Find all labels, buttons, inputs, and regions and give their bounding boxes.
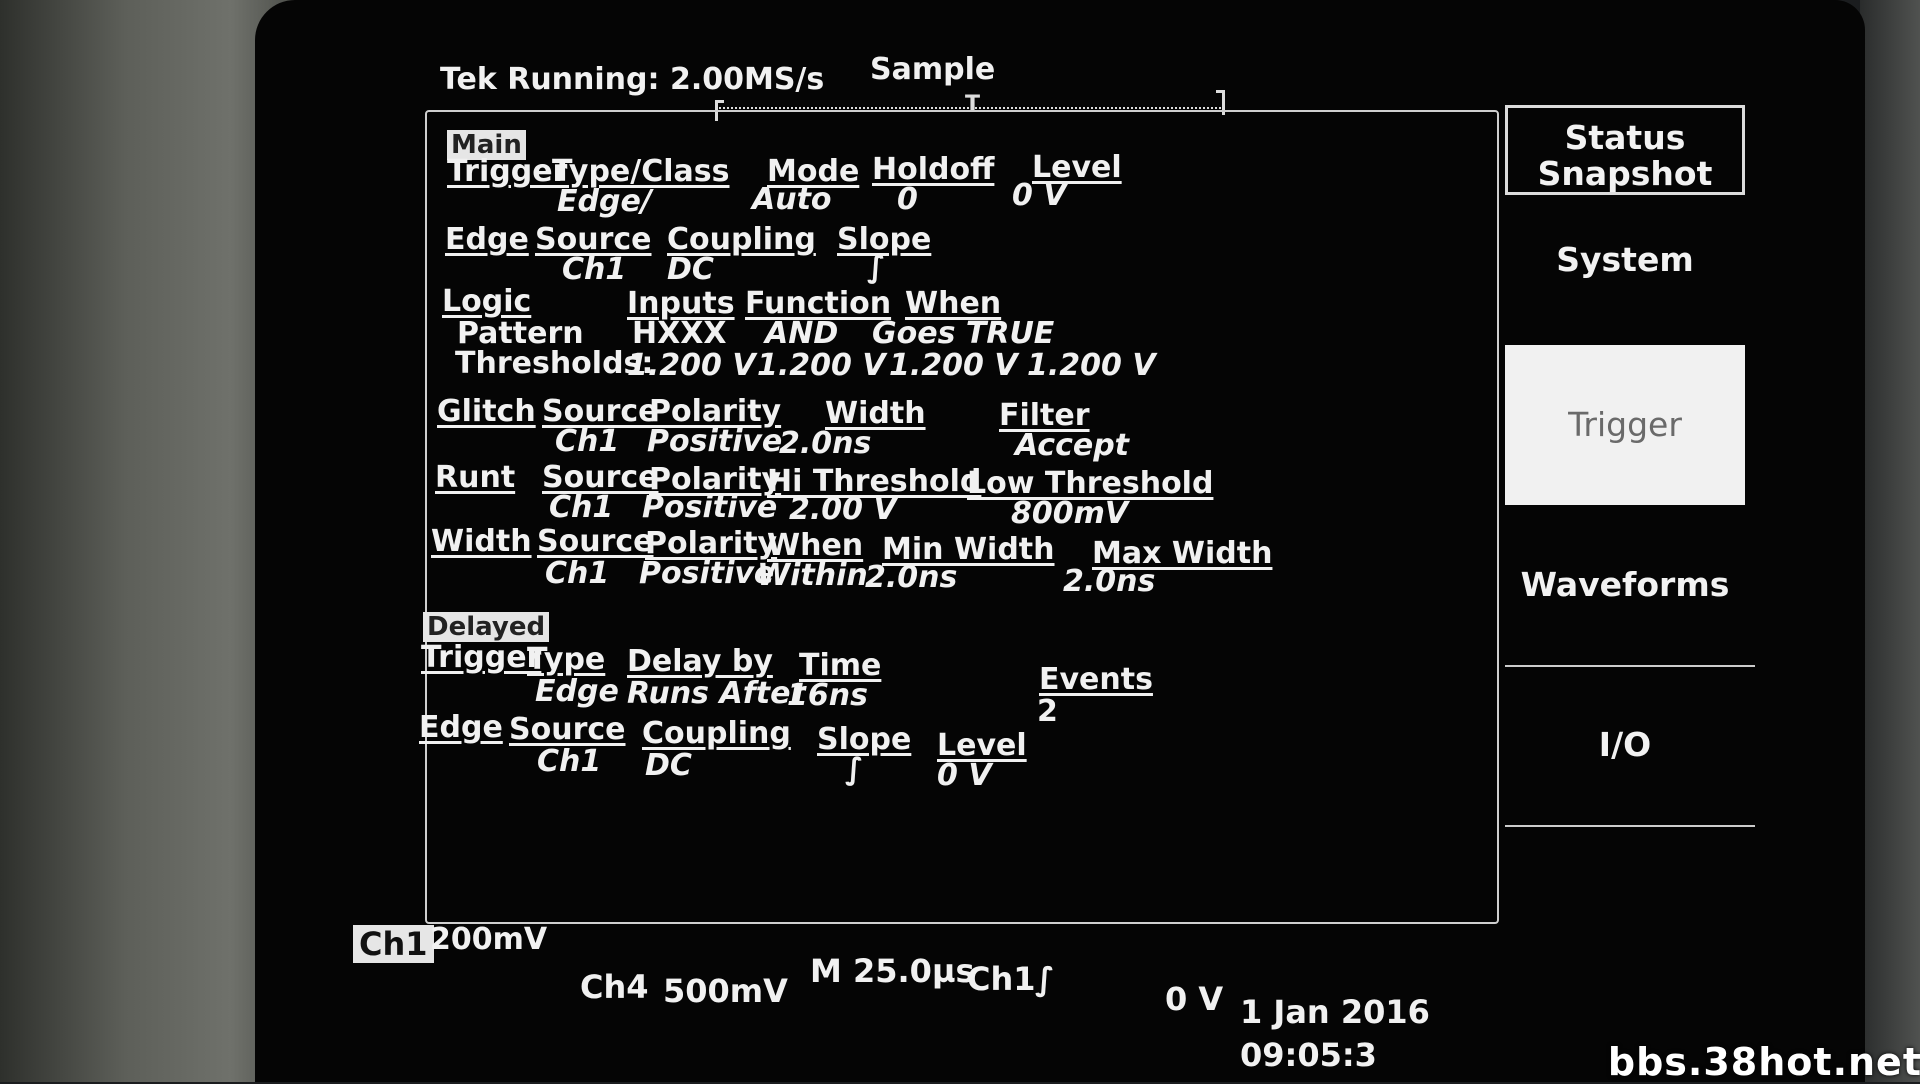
main-holdoff-header: Holdoff: [872, 152, 995, 187]
oscilloscope-screen: Tek Running: 2.00MS/s Sample T Main Trig…: [255, 0, 1865, 1082]
glitch-width-value: 2.0ns: [779, 426, 872, 461]
logic-header: Logic: [442, 284, 532, 319]
delayed-edge-slope-header: Slope: [817, 722, 912, 757]
main-mode-value: Auto: [752, 182, 832, 217]
menu-io-button[interactable]: I/O: [1505, 725, 1745, 764]
runt-header: Runt: [435, 460, 516, 495]
delayed-delay-by-value: Runs After: [627, 676, 806, 711]
side-menu: Status Snapshot System Trigger Waveforms…: [1505, 105, 1760, 975]
menu-divider: [1505, 665, 1755, 667]
menu-waveforms-button[interactable]: Waveforms: [1505, 565, 1745, 604]
logic-threshold-1: 1.200 V: [627, 348, 756, 383]
logic-thresholds-label: Thresholds:: [455, 346, 654, 381]
logic-threshold-3: 1.200 V: [889, 348, 1018, 383]
trigger-source-readout: Ch1: [967, 960, 1036, 998]
delayed-edge-level-value: 0 V: [937, 758, 992, 793]
delayed-edge-header: Edge: [419, 710, 503, 745]
delayed-type-value: Edge: [535, 674, 619, 709]
ch4-label: Ch4: [580, 968, 649, 1006]
delayed-edge-source-value: Ch1: [537, 744, 602, 779]
delayed-edge-slope-icon: ∫: [845, 752, 864, 787]
delayed-delay-by-header: Delay by: [627, 644, 773, 679]
width-source-header: Source: [537, 524, 654, 559]
main-edge-slope-icon: ∫: [867, 250, 886, 285]
trigger-status-panel: Main Trigger Type/Class Mode Holdoff Lev…: [419, 110, 1499, 924]
acquisition-mode: Sample: [870, 52, 996, 87]
timebase-readout: M 25.0µs: [810, 952, 975, 990]
acquisition-status: Tek Running: 2.00MS/s: [440, 62, 825, 97]
width-when-value: Within: [757, 558, 868, 593]
delayed-edge-source-header: Source: [509, 712, 626, 747]
main-level-value: 0 V: [1012, 178, 1067, 213]
width-polarity-value: Positive: [639, 556, 775, 591]
glitch-header: Glitch: [437, 394, 536, 429]
delayed-section-label: Delayed: [423, 612, 550, 642]
runt-low-threshold-value: 800mV: [1011, 496, 1129, 531]
watermark-text: bbs.38hot.net: [1607, 1040, 1920, 1084]
delayed-events-header: Events: [1039, 662, 1153, 697]
menu-system-button[interactable]: System: [1505, 240, 1745, 279]
glitch-source-value: Ch1: [555, 424, 620, 459]
trigger-slope-icon: ∫: [1035, 960, 1055, 998]
logic-pattern-function: AND: [765, 316, 839, 351]
delayed-type-header: Type: [527, 642, 606, 677]
delayed-time-value: 16ns: [787, 678, 868, 713]
menu-trigger-button[interactable]: Trigger: [1505, 345, 1745, 505]
width-header: Width: [431, 524, 532, 559]
main-type-value: Edge/: [557, 184, 652, 219]
time-readout: 09:05:3: [1240, 1036, 1377, 1074]
glitch-filter-value: Accept: [1015, 428, 1130, 463]
runt-polarity-value: Positive: [642, 490, 778, 525]
ch1-label: Ch1: [353, 925, 434, 963]
menu-divider: [1505, 825, 1755, 827]
trigger-level-readout: 0 V: [1165, 980, 1224, 1018]
runt-hi-threshold-value: 2.00 V: [789, 492, 897, 527]
width-source-value: Ch1: [545, 556, 610, 591]
menu-status-snapshot-button[interactable]: Status Snapshot: [1505, 105, 1745, 195]
main-holdoff-value: 0: [897, 182, 918, 217]
delayed-trigger-header: Trigger: [421, 640, 542, 675]
main-trigger-header: Trigger: [447, 154, 568, 189]
logic-threshold-4: 1.200 V: [1027, 348, 1156, 383]
delayed-edge-coupling-value: DC: [645, 748, 692, 783]
main-edge-source-value: Ch1: [562, 252, 627, 287]
glitch-polarity-value: Positive: [647, 424, 783, 459]
logic-threshold-2: 1.200 V: [757, 348, 886, 383]
date-readout: 1 Jan 2016: [1240, 993, 1430, 1031]
ch4-scale: 500mV: [663, 972, 788, 1010]
width-min-value: 2.0ns: [865, 560, 958, 595]
width-max-value: 2.0ns: [1063, 564, 1156, 599]
main-edge-coupling-value: DC: [667, 252, 714, 287]
ch1-scale: 200mV: [430, 922, 548, 957]
delayed-events-value: 2: [1037, 694, 1058, 729]
main-edge-header: Edge: [445, 222, 529, 257]
logic-pattern-when: Goes TRUE: [872, 316, 1055, 351]
delayed-edge-coupling-header: Coupling: [642, 716, 791, 751]
runt-source-value: Ch1: [549, 490, 614, 525]
monitor-bezel-right: [1860, 0, 1920, 1082]
